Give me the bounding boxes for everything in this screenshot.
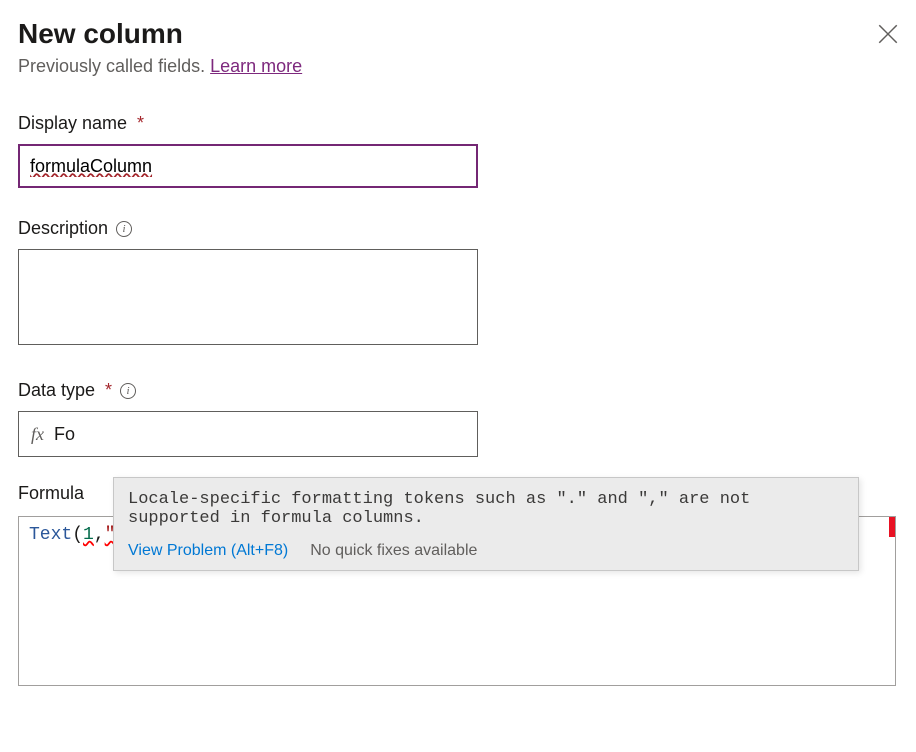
formula-fn: Text [29, 525, 72, 545]
data-type-value: Fo [54, 424, 75, 445]
error-tooltip: Locale-specific formatting tokens such a… [113, 477, 859, 571]
paren-open: ( [72, 525, 83, 545]
tooltip-message: Locale-specific formatting tokens such a… [128, 490, 844, 528]
data-type-label: Data type [18, 380, 95, 401]
learn-more-link[interactable]: Learn more [210, 56, 302, 76]
data-type-select[interactable]: fx Fo [18, 411, 478, 457]
view-problem-link[interactable]: View Problem (Alt+F8) [128, 542, 288, 560]
subtitle-text: Previously called fields. [18, 56, 205, 76]
description-input[interactable] [18, 249, 478, 345]
fx-icon: fx [31, 424, 44, 445]
formula-arg-num: 1 [83, 525, 94, 545]
display-name-input[interactable] [18, 144, 478, 188]
required-asterisk: * [137, 113, 144, 134]
field-display-name: Display name * [18, 113, 898, 188]
info-icon[interactable]: i [116, 221, 132, 237]
description-label: Description [18, 218, 108, 239]
comma: , [94, 525, 105, 545]
close-icon[interactable] [878, 24, 898, 44]
formula-label: Formula [18, 483, 84, 504]
error-indicator[interactable] [889, 517, 895, 537]
field-description: Description i [18, 218, 898, 350]
panel-subtitle: Previously called fields. Learn more [18, 56, 302, 77]
info-icon[interactable]: i [120, 383, 136, 399]
display-name-label: Display name [18, 113, 127, 134]
panel-title: New column [18, 18, 302, 50]
field-data-type: Data type * i fx Fo [18, 380, 898, 457]
required-asterisk: * [105, 380, 112, 401]
no-quick-fixes-text: No quick fixes available [310, 542, 477, 560]
